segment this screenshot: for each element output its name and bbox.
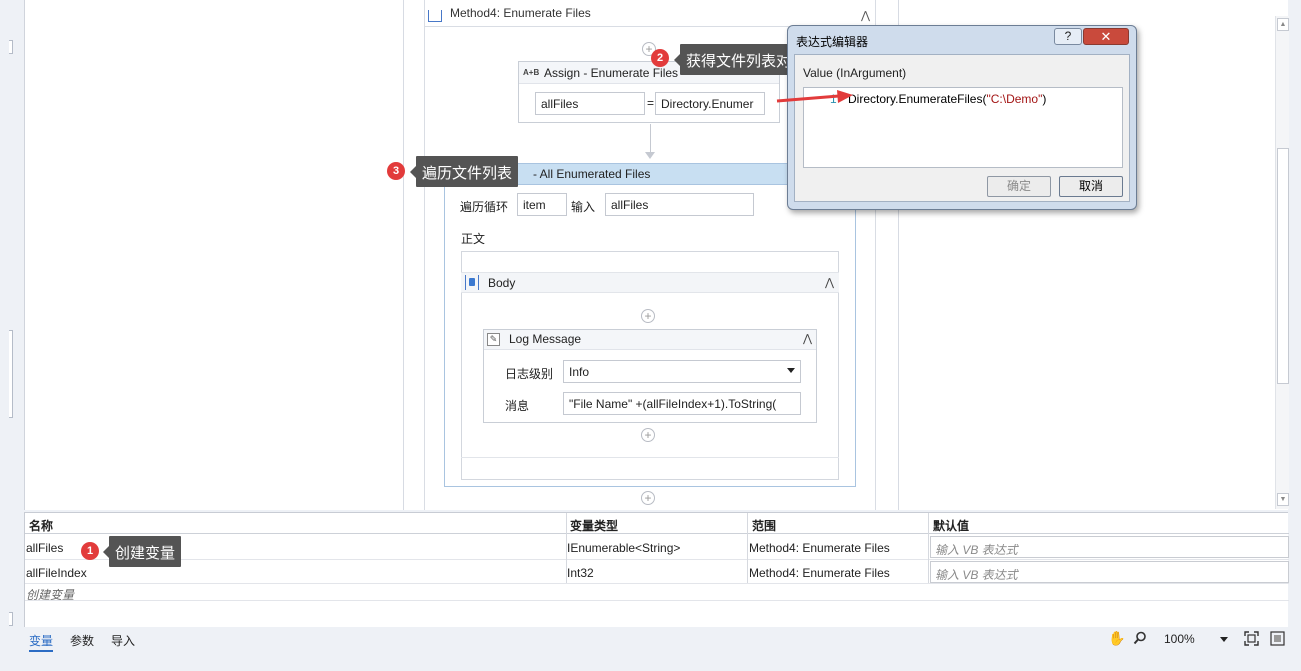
loop-item-field[interactable]: item	[517, 193, 567, 216]
vertical-scrollbar[interactable]: ▲ ▼	[1275, 16, 1289, 509]
body-section-label: 正文	[461, 232, 486, 246]
create-variable-link[interactable]: 创建变量	[26, 586, 74, 603]
expression-editor-dialog[interactable]: 表达式编辑器 ? ✕ Value (InArgument) 1 Director…	[787, 25, 1137, 210]
step-badge: 1	[81, 542, 99, 560]
code-string: "C:\Demo"	[986, 92, 1043, 106]
method-header[interactable]: Method4: Enumerate Files ⋀	[424, 0, 876, 27]
log-message-label: 消息	[505, 399, 530, 413]
assign-to-field[interactable]: allFiles	[535, 92, 645, 115]
red-arrow-icon	[776, 90, 853, 103]
row-divider	[25, 600, 1289, 601]
loop-input-field[interactable]: allFiles	[605, 193, 754, 216]
column-header-type[interactable]: 变量类型	[570, 517, 618, 534]
add-activity-button[interactable]: +	[641, 428, 655, 442]
add-activity-button[interactable]: +	[641, 491, 655, 505]
status-bar: 变量 参数 导入 ✋ 100%	[24, 628, 1288, 652]
log-icon: ✎	[487, 333, 500, 346]
log-level-value: Info	[569, 365, 590, 379]
body-title: Body	[488, 276, 516, 290]
dialog-title: 表达式编辑器	[796, 35, 869, 49]
scroll-down-button[interactable]: ▼	[1277, 493, 1289, 506]
collapse-icon[interactable]: ⋀	[861, 9, 870, 22]
canvas-divider	[403, 0, 404, 510]
overview-map-icon[interactable]	[1270, 631, 1285, 646]
scroll-thumb[interactable]	[1277, 148, 1289, 384]
tab-arguments[interactable]: 参数	[70, 632, 94, 649]
zoom-level[interactable]: 100%	[1164, 632, 1195, 646]
column-divider	[747, 513, 748, 583]
sequence-icon	[465, 275, 479, 290]
column-header-default[interactable]: 默认值	[933, 517, 969, 534]
dialog-content: Value (InArgument) 1 Directory.Enumerate…	[794, 54, 1130, 202]
input-label: 输入	[571, 200, 596, 214]
column-divider	[928, 513, 929, 583]
value-label: Value (InArgument)	[803, 66, 907, 80]
log-level-label: 日志级别	[505, 367, 554, 381]
tab-imports[interactable]: 导入	[111, 632, 135, 649]
log-level-select[interactable]: Info	[563, 360, 801, 383]
help-button[interactable]: ?	[1054, 28, 1082, 45]
log-message-field[interactable]: "File Name" +(allFileIndex+1).ToString(	[563, 392, 801, 415]
variable-scope[interactable]: Method4: Enumerate Files	[749, 541, 890, 555]
equals-sign: =	[647, 96, 655, 110]
variables-panel: 名称 变量类型 范围 默认值 allFiles IEnumerable<Stri…	[24, 512, 1289, 627]
tab-variables[interactable]: 变量	[29, 632, 54, 652]
scroll-up-button[interactable]: ▲	[1277, 18, 1289, 31]
step-badge: 3	[387, 162, 405, 180]
expression-code: Directory.EnumerateFiles("C:\Demo")	[848, 92, 1046, 106]
log-message-activity[interactable]: ✎ Log Message ⋀ 日志级别 Info 消息 "File Name"…	[483, 329, 817, 423]
strip-tab[interactable]	[9, 330, 13, 418]
add-activity-button[interactable]: +	[641, 309, 655, 323]
flow-arrow-icon	[645, 152, 655, 159]
variable-scope[interactable]: Method4: Enumerate Files	[749, 566, 890, 580]
left-toolbox-strip	[0, 0, 14, 671]
pan-hand-icon[interactable]: ✋	[1108, 630, 1125, 647]
variable-type[interactable]: Int32	[567, 566, 594, 580]
sequence-icon	[428, 10, 442, 22]
variable-name[interactable]: allFiles	[26, 541, 63, 555]
zoom-search-icon[interactable]	[1133, 631, 1147, 645]
cancel-button[interactable]: 取消	[1059, 176, 1123, 197]
strip-tab[interactable]	[9, 612, 13, 626]
collapse-icon[interactable]: ⋀	[825, 276, 834, 289]
fit-to-screen-icon[interactable]	[1244, 631, 1259, 646]
row-divider	[25, 559, 1289, 560]
code-close: )	[1042, 92, 1047, 106]
assign-icon: A+B	[523, 68, 540, 77]
annotation-callout: 遍历文件列表	[409, 156, 519, 187]
assign-value-field[interactable]: Directory.Enumer	[655, 92, 765, 115]
body-footer-divider	[461, 457, 839, 458]
foreach-title: - All Enumerated Files	[533, 167, 651, 181]
variable-type[interactable]: IEnumerable<String>	[567, 541, 680, 555]
default-value-input[interactable]: 输入 VB 表达式	[930, 561, 1289, 583]
annotation-callout: 创建变量	[102, 536, 182, 567]
column-header-scope[interactable]: 范围	[752, 517, 776, 534]
method-title: Method4: Enumerate Files	[450, 6, 591, 20]
ok-button[interactable]: 确定	[987, 176, 1051, 197]
default-value-input[interactable]: 输入 VB 表达式	[930, 536, 1289, 558]
code-call: Directory.EnumerateFiles(	[848, 92, 987, 106]
column-header-name[interactable]: 名称	[29, 517, 53, 534]
flow-connector	[650, 124, 651, 154]
zoom-dropdown-icon[interactable]	[1220, 637, 1228, 642]
loop-label: 遍历循环	[460, 200, 509, 214]
header-divider	[25, 533, 1289, 534]
variable-name[interactable]: allFileIndex	[26, 566, 87, 580]
assign-title: Assign - Enumerate Files	[544, 66, 679, 80]
body-header: Body ⋀	[461, 272, 839, 293]
log-title: Log Message	[509, 332, 582, 346]
strip-tab[interactable]	[9, 40, 13, 54]
log-header: ✎ Log Message ⋀	[484, 330, 816, 350]
dropdown-arrow-icon[interactable]	[787, 368, 795, 373]
collapse-icon[interactable]: ⋀	[803, 332, 812, 345]
step-badge: 2	[651, 49, 669, 67]
row-divider	[25, 583, 1289, 584]
close-button[interactable]: ✕	[1083, 28, 1129, 45]
